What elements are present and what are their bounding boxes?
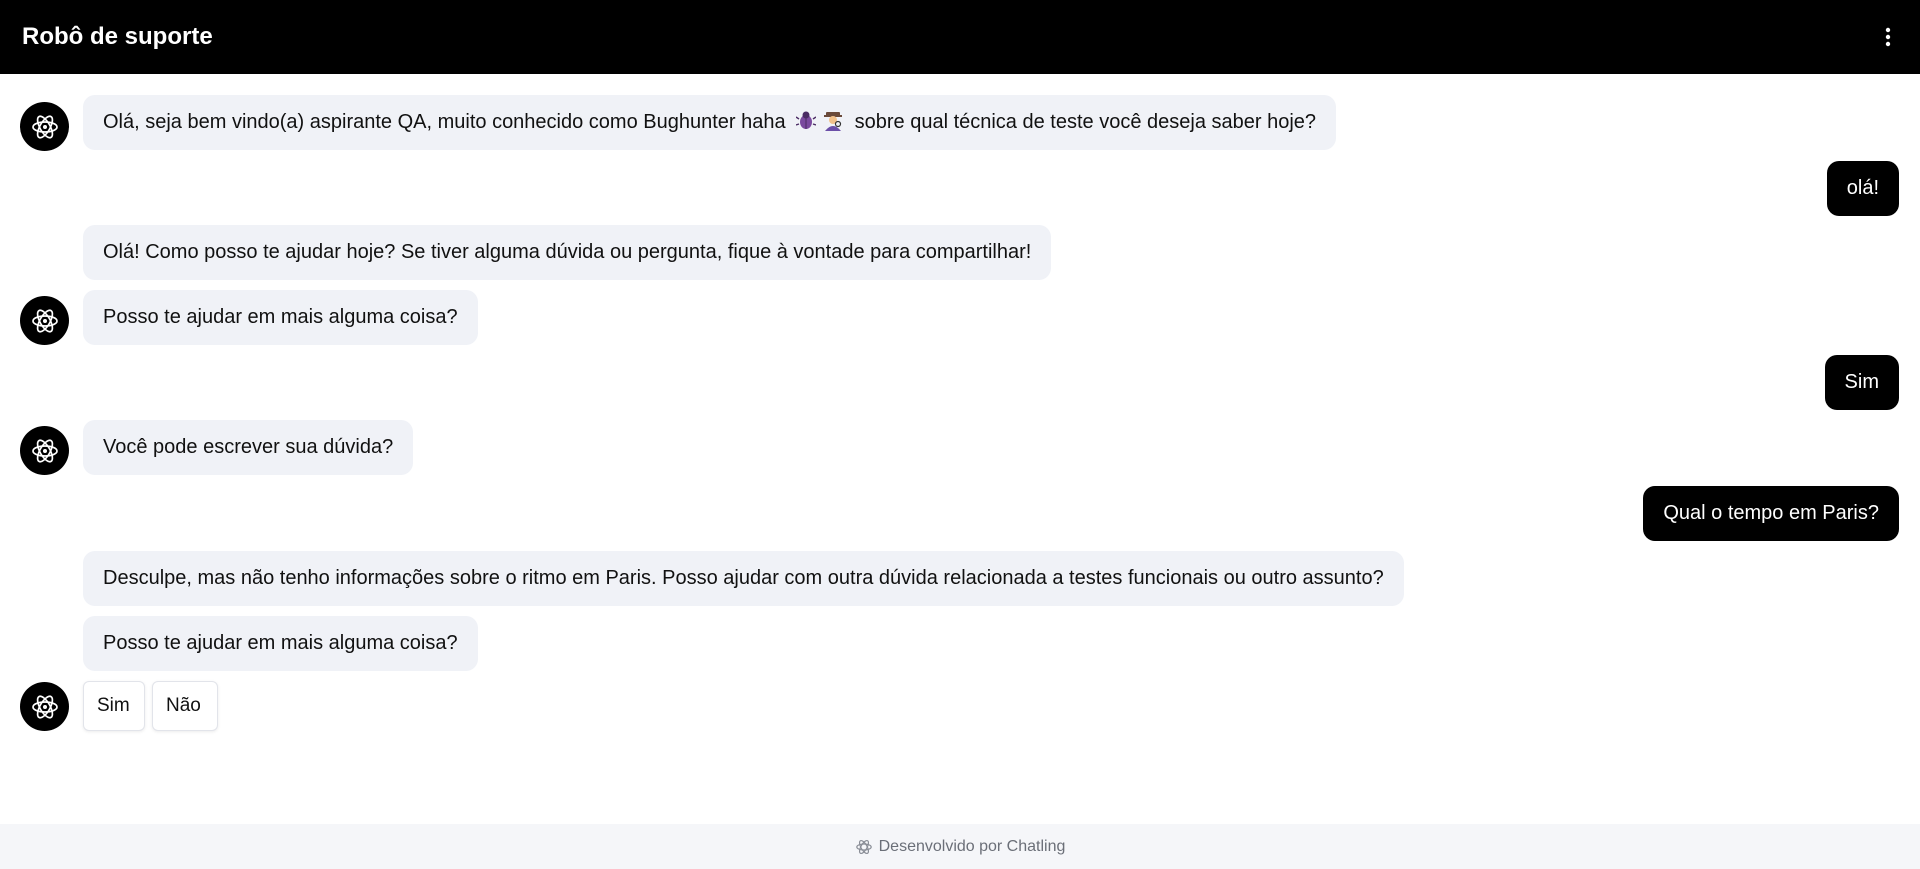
bot-message: Olá, seja bem vindo(a) aspirante QA, mui… <box>83 95 1337 150</box>
user-message: olá! <box>1826 161 1899 216</box>
quick-reply-nao-button[interactable]: Não <box>152 681 218 731</box>
chatling-logo-icon <box>855 839 872 854</box>
chat-footer: Desenvolvido por Chatling <box>0 824 1920 869</box>
bot-avatar <box>20 426 69 475</box>
quick-reply-sim-button[interactable]: Sim <box>83 681 145 731</box>
chat-header: Robô de suporte <box>0 0 1920 74</box>
chat-title: Robô de suporte <box>22 23 213 50</box>
chat-messages: Olá, seja bem vindo(a) aspirante QA, mui… <box>0 74 1920 824</box>
detective-emoji-icon <box>822 109 844 137</box>
bot-message: Posso te ajudar em mais alguma coisa? <box>83 290 478 345</box>
kebab-menu-icon <box>1885 27 1891 47</box>
bot-message-text: Olá, seja bem vindo(a) aspirante QA, mui… <box>103 111 786 133</box>
bot-avatar <box>20 682 69 731</box>
bot-message-text: sobre qual técnica de teste você deseja … <box>854 111 1317 133</box>
user-message: Qual o tempo em Paris? <box>1643 486 1899 541</box>
user-message: Sim <box>1824 355 1899 410</box>
bot-avatar <box>20 102 69 151</box>
bot-message: Você pode escrever sua dúvida? <box>83 420 414 475</box>
bot-message: Desculpe, mas não tenho informações sobr… <box>83 551 1404 606</box>
bot-message: Olá! Como posso te ajudar hoje? Se tiver… <box>83 225 1052 280</box>
kebab-menu-button[interactable] <box>1868 17 1908 57</box>
bot-avatar <box>20 296 69 345</box>
bug-emoji-icon <box>795 110 816 136</box>
atom-logo-icon <box>31 694 58 719</box>
atom-logo-icon <box>31 114 58 139</box>
atom-logo-icon <box>31 308 58 333</box>
atom-logo-icon <box>31 438 58 463</box>
bot-message: Posso te ajudar em mais alguma coisa? <box>83 616 478 671</box>
footer-credit-link[interactable]: Desenvolvido por Chatling <box>879 838 1066 856</box>
